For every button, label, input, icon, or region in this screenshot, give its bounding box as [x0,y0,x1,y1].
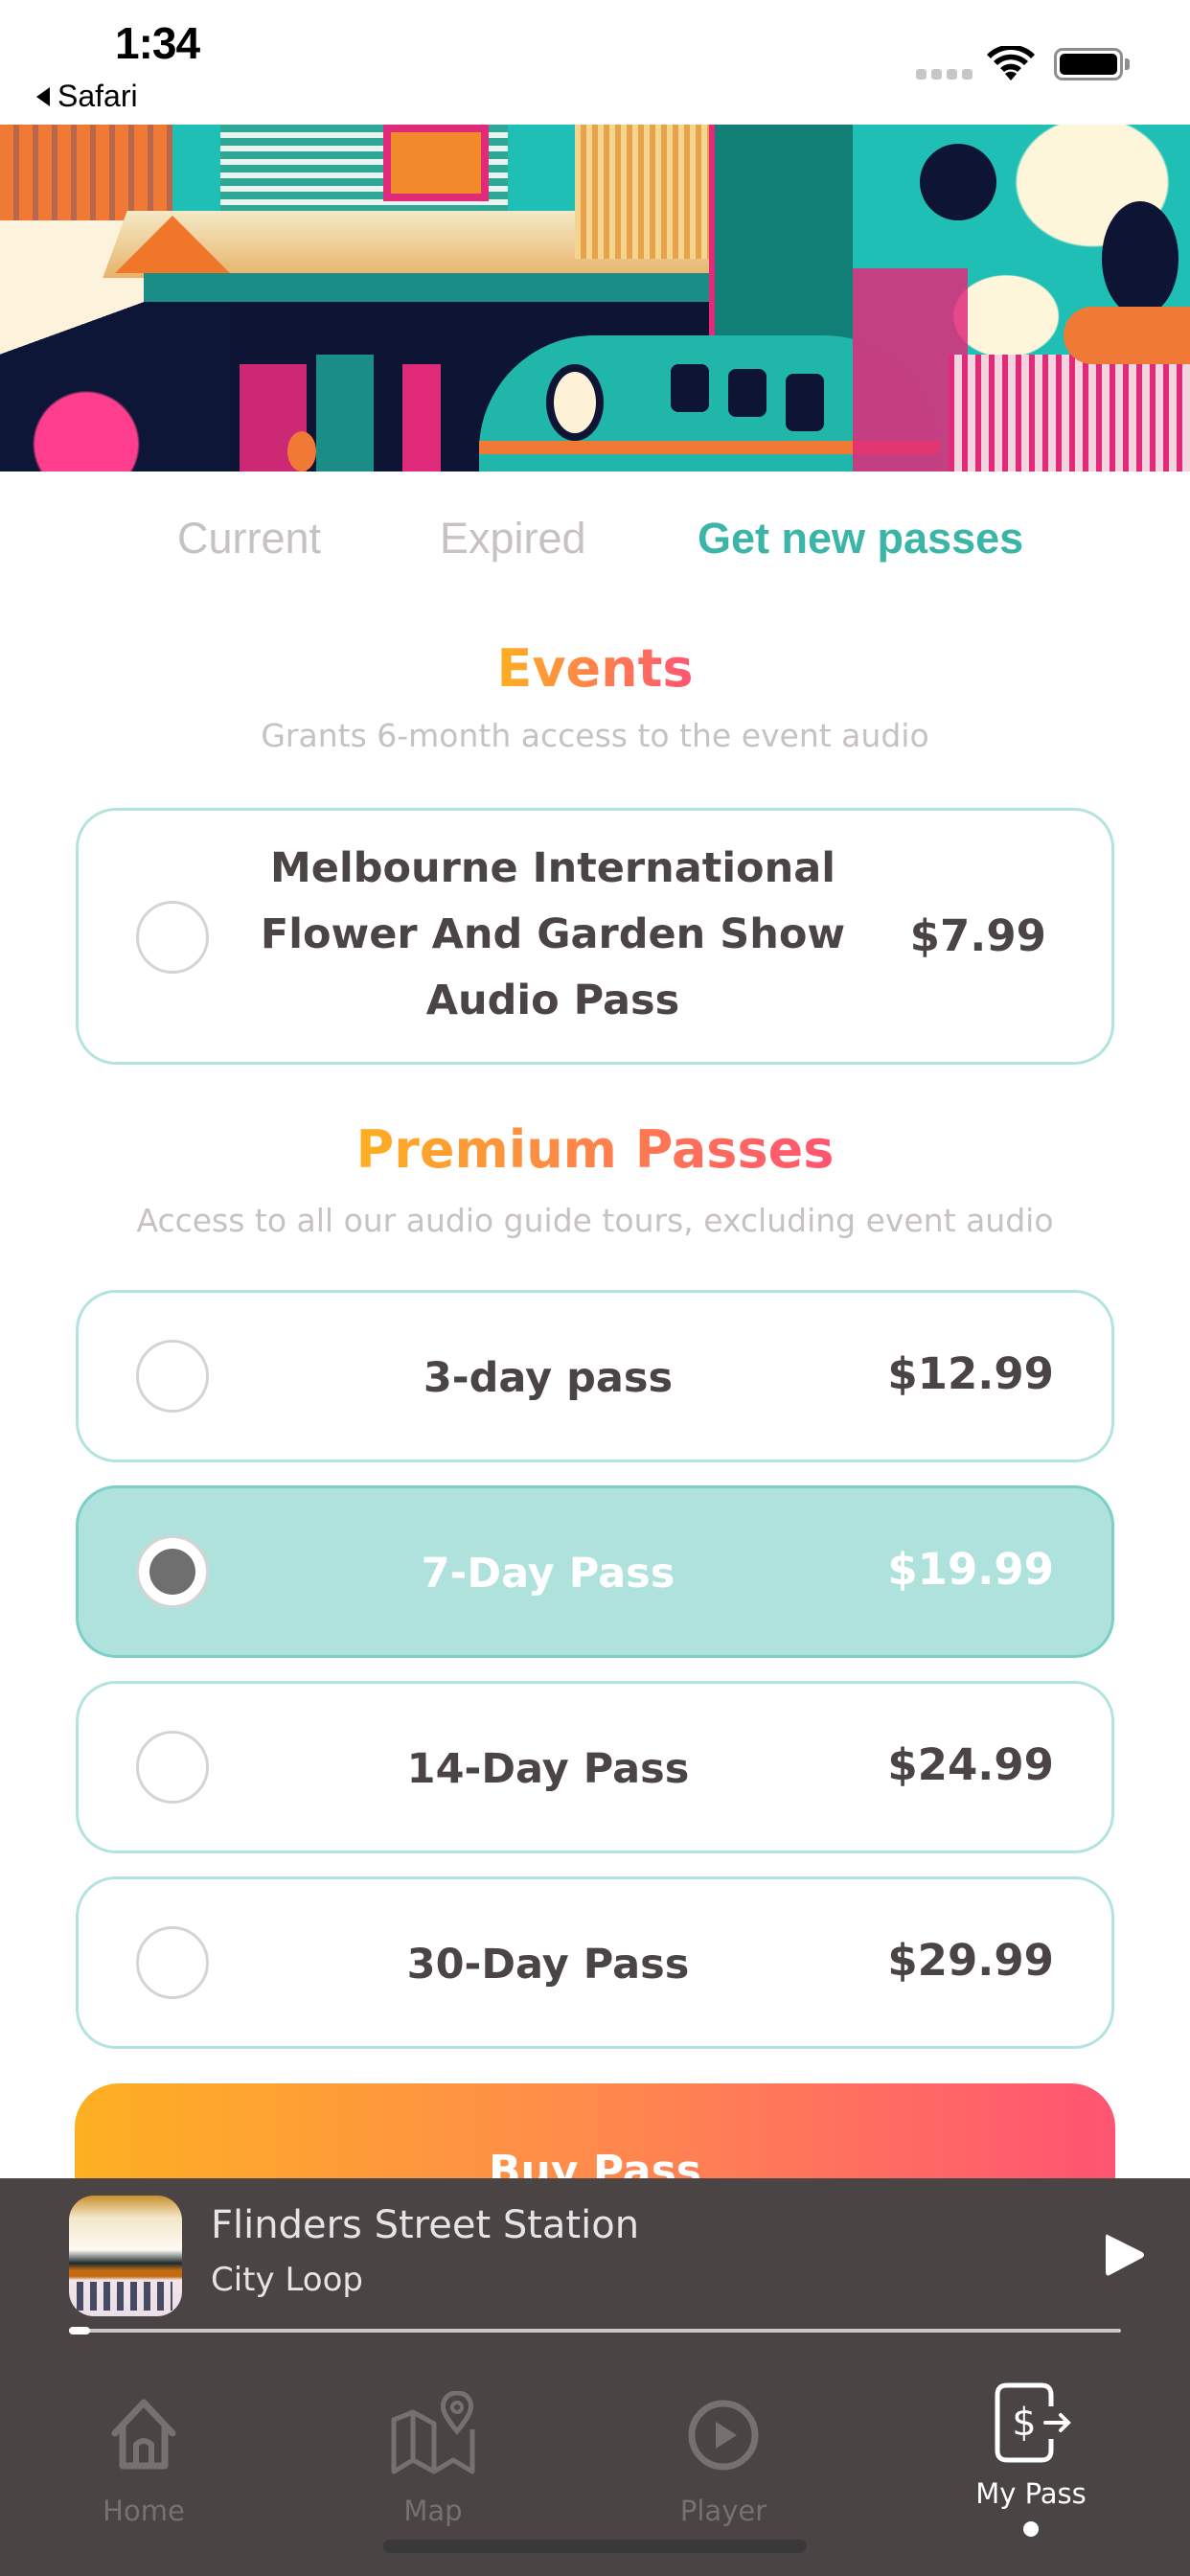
tab-map-label: Map [403,2495,463,2527]
pass-radio[interactable] [136,1731,209,1804]
premium-heading: Premium Passes [355,1119,835,1180]
events-subtitle: Grants 6-month access to the event audio [261,717,929,754]
tab-map[interactable]: Map [337,2341,529,2533]
pass-card-7-day[interactable]: 7-Day Pass $19.99 [76,1485,1114,1658]
track-subtitle: City Loop [211,2261,363,2299]
svg-text:$: $ [1012,2401,1036,2445]
tab-my-pass[interactable]: $ My Pass [935,2341,1127,2537]
back-to-safari-button[interactable]: Safari [36,79,138,114]
tab-player[interactable]: Player [628,2341,819,2533]
pass-tabs: Current Expired Get new passes [0,514,1190,581]
pass-radio-selected[interactable] [136,1535,209,1608]
pass-price: $19.99 [887,1544,1054,1595]
pass-name: 14-Day Pass [406,1745,690,1793]
pass-card-30-day[interactable]: 30-Day Pass $29.99 [76,1876,1114,2049]
tab-player-label: Player [679,2495,767,2527]
pass-price: $24.99 [887,1739,1054,1790]
play-circle-icon [688,2400,759,2471]
event-pass-card[interactable]: Melbourne International Flower And Garde… [76,808,1114,1065]
tab-current[interactable]: Current [177,514,321,564]
pass-card-3-day[interactable]: 3-day pass $12.99 [76,1290,1114,1462]
playback-progress-fill [69,2327,90,2334]
track-title: Flinders Street Station [211,2203,640,2247]
play-icon[interactable] [1102,2231,1146,2279]
pass-name: 3-day pass [423,1354,674,1402]
home-icon [111,2399,176,2470]
pass-radio[interactable] [136,1926,209,1999]
back-label: Safari [57,79,138,113]
active-tab-indicator [1023,2521,1039,2537]
hero-banner-image [0,125,1190,472]
tab-home[interactable]: Home [48,2341,240,2533]
event-pass-price: $7.99 [909,910,1046,961]
event-pass-radio[interactable] [136,901,209,974]
status-time: 1:34 [115,18,200,68]
pass-name: 30-Day Pass [406,1941,690,1989]
tab-home-label: Home [103,2495,185,2527]
pass-card-14-day[interactable]: 14-Day Pass $24.99 [76,1681,1114,1853]
track-thumbnail [69,2196,182,2316]
home-indicator [383,2540,807,2553]
status-bar: 1:34 Safari [0,0,1190,125]
pass-radio[interactable] [136,1340,209,1413]
events-heading: Events [496,638,694,699]
pass-name: 7-Day Pass [421,1550,675,1598]
mini-player[interactable]: Flinders Street Station City Loop [0,2178,1190,2341]
tab-get-new-passes[interactable]: Get new passes [698,514,1023,564]
tab-expired[interactable]: Expired [440,514,586,564]
pass-price: $12.99 [887,1348,1054,1399]
pass-price: $29.99 [887,1935,1054,1986]
tab-my-pass-label: My Pass [975,2477,1087,2510]
event-pass-name: Melbourne International Flower And Garde… [260,844,846,1024]
cellular-signal-icon [916,69,973,80]
map-icon [391,2391,475,2474]
pass-icon: $ [995,2382,1071,2463]
playback-progress-bar[interactable] [69,2327,1121,2334]
wifi-icon [987,46,1035,80]
back-arrow-icon [36,86,50,106]
battery-icon [1054,48,1123,80]
premium-subtitle: Access to all our audio guide tours, exc… [136,1202,1054,1239]
